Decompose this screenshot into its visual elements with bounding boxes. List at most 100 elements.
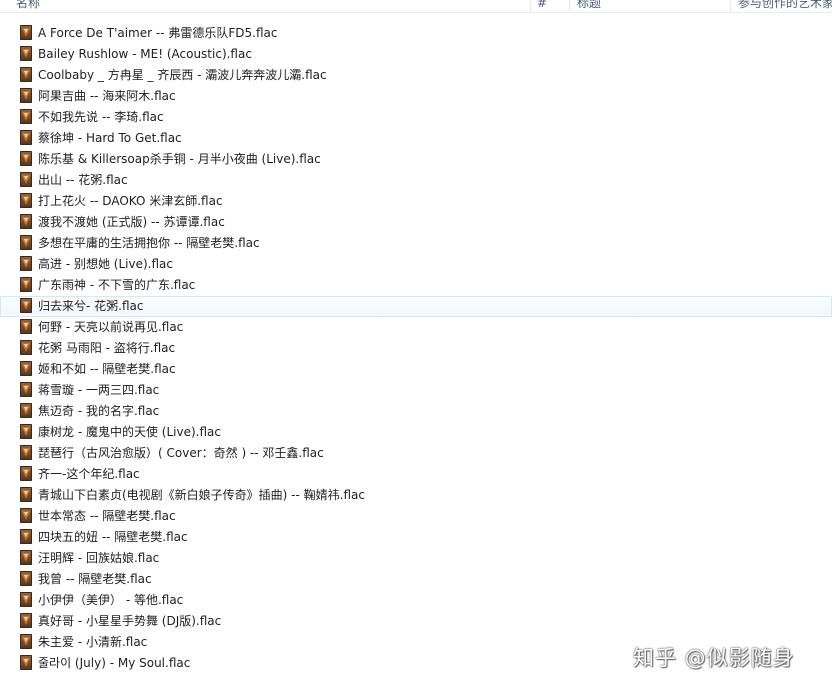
file-explorer-window: 名称 # 标题 参与创作的艺术家 A Force De T'aimer -- 弗… xyxy=(0,0,832,692)
file-name-label: 世本常态 -- 隔壁老樊.flac xyxy=(38,509,176,523)
file-row[interactable]: 姬和不如 -- 隔壁老樊.flac xyxy=(0,359,832,380)
file-row[interactable]: 打上花火 -- DAOKO 米津玄師.flac xyxy=(0,191,832,212)
file-row[interactable]: 小伊伊（美伊） - 等他.flac xyxy=(0,590,832,611)
file-row[interactable]: 归去来兮- 花粥.flac xyxy=(0,296,832,317)
file-row[interactable]: 青城山下白素贞(电视剧《新白娘子传奇》插曲) -- 鞠婧祎.flac xyxy=(0,485,832,506)
flac-file-icon xyxy=(20,403,32,418)
file-row[interactable]: 广东雨神 - 不下雪的广东.flac xyxy=(0,275,832,296)
file-name-label: 康树龙 - 魔鬼中的天使 (Live).flac xyxy=(38,425,221,439)
flac-file-icon xyxy=(20,634,32,649)
file-name-label: 汪明辉 - 回族姑娘.flac xyxy=(38,551,160,565)
column-divider[interactable] xyxy=(730,0,731,12)
file-row[interactable]: 四块五的妞 -- 隔壁老樊.flac xyxy=(0,527,832,548)
file-name-label: 姬和不如 -- 隔壁老樊.flac xyxy=(38,362,176,376)
file-name-label: 何野 - 天亮以前说再见.flac xyxy=(38,320,184,334)
flac-file-icon xyxy=(20,487,32,502)
file-row[interactable]: Coolbaby _ 方冉星 _ 齐辰西 - 灞波儿奔奔波儿灞.flac xyxy=(0,65,832,86)
file-name-label: 琵琶行（古风治愈版）( Cover：奇然 ) -- 邓壬鑫.flac xyxy=(38,446,324,460)
file-row[interactable]: 康树龙 - 魔鬼中的天使 (Live).flac xyxy=(0,422,832,443)
flac-file-icon xyxy=(20,172,32,187)
file-name-label: 줄라이 (July) - My Soul.flac xyxy=(38,656,191,670)
file-row[interactable]: 줄라이 (July) - My Soul.flac xyxy=(0,653,832,674)
file-row[interactable]: 汪明辉 - 回族姑娘.flac xyxy=(0,548,832,569)
file-row[interactable]: 蒋雪璇 - 一两三四.flac xyxy=(0,380,832,401)
file-name-label: 朱主爱 - 小清新.flac xyxy=(38,635,148,649)
file-name-label: 不如我先说 -- 李琦.flac xyxy=(38,110,164,124)
column-header-artists[interactable]: 参与创作的艺术家 xyxy=(738,0,832,12)
flac-file-icon xyxy=(20,613,32,628)
file-name-label: Bailey Rushlow - ME! (Acoustic).flac xyxy=(38,47,252,61)
file-row[interactable]: 蔡徐坤 - Hard To Get.flac xyxy=(0,128,832,149)
flac-file-icon xyxy=(20,571,32,586)
file-row[interactable]: 高进 - 别想她 (Live).flac xyxy=(0,254,832,275)
file-name-label: 多想在平庸的生活拥抱你 -- 隔壁老樊.flac xyxy=(38,236,260,250)
flac-file-icon xyxy=(20,508,32,523)
file-name-label: 我曾 -- 隔壁老樊.flac xyxy=(38,572,152,586)
file-row[interactable]: 世本常态 -- 隔壁老樊.flac xyxy=(0,506,832,527)
file-name-label: A Force De T'aimer -- 弗雷德乐队FD5.flac xyxy=(38,26,278,40)
flac-file-icon xyxy=(20,235,32,250)
flac-file-icon xyxy=(20,277,32,292)
flac-file-icon xyxy=(20,382,32,397)
flac-file-icon xyxy=(20,466,32,481)
flac-file-icon xyxy=(20,256,32,271)
flac-file-icon xyxy=(20,361,32,376)
file-name-label: 打上花火 -- DAOKO 米津玄師.flac xyxy=(38,194,223,208)
file-row[interactable]: 琵琶行（古风治愈版）( Cover：奇然 ) -- 邓壬鑫.flac xyxy=(0,443,832,464)
flac-file-icon xyxy=(20,88,32,103)
file-name-label: 高进 - 别想她 (Live).flac xyxy=(38,257,173,271)
file-name-label: 阿果吉曲 -- 海来阿木.flac xyxy=(38,89,176,103)
file-row[interactable]: 齐一-这个年纪.flac xyxy=(0,464,832,485)
file-name-label: 蔡徐坤 - Hard To Get.flac xyxy=(38,131,182,145)
file-name-label: 归去来兮- 花粥.flac xyxy=(38,299,144,313)
flac-file-icon xyxy=(20,25,32,40)
file-row[interactable]: Bailey Rushlow - ME! (Acoustic).flac xyxy=(0,44,832,65)
column-header-number[interactable]: # xyxy=(537,0,567,12)
file-name-label: 陈乐基 & Killersoap杀手铜 - 月半小夜曲 (Live).flac xyxy=(38,152,321,166)
file-name-label: 齐一-这个年纪.flac xyxy=(38,467,140,481)
file-row[interactable]: 焦迈奇 - 我的名字.flac xyxy=(0,401,832,422)
file-name-label: 真好哥 - 小星星手势舞 (DJ版).flac xyxy=(38,614,222,628)
file-name-label: 花粥 马雨阳 - 盗将行.flac xyxy=(38,341,176,355)
column-divider[interactable] xyxy=(530,0,531,12)
file-name-label: 广东雨神 - 不下雪的广东.flac xyxy=(38,278,196,292)
flac-file-icon xyxy=(20,214,32,229)
file-name-label: 小伊伊（美伊） - 等他.flac xyxy=(38,593,184,607)
file-row[interactable]: 真好哥 - 小星星手势舞 (DJ版).flac xyxy=(0,611,832,632)
flac-file-icon xyxy=(20,424,32,439)
file-row[interactable]: 不如我先说 -- 李琦.flac xyxy=(0,107,832,128)
flac-file-icon xyxy=(20,298,32,313)
flac-file-icon xyxy=(20,193,32,208)
file-name-label: 蒋雪璇 - 一两三四.flac xyxy=(38,383,160,397)
flac-file-icon xyxy=(20,529,32,544)
file-row[interactable]: 阿果吉曲 -- 海来阿木.flac xyxy=(0,86,832,107)
column-divider[interactable] xyxy=(569,0,570,12)
file-row[interactable]: 多想在平庸的生活拥抱你 -- 隔壁老樊.flac xyxy=(0,233,832,254)
flac-file-icon xyxy=(20,46,32,61)
flac-file-icon xyxy=(20,67,32,82)
flac-file-icon xyxy=(20,550,32,565)
file-row[interactable]: 朱主爱 - 小清新.flac xyxy=(0,632,832,653)
file-row[interactable]: 花粥 马雨阳 - 盗将行.flac xyxy=(0,338,832,359)
file-name-label: 青城山下白素贞(电视剧《新白娘子传奇》插曲) -- 鞠婧祎.flac xyxy=(38,488,365,502)
file-row[interactable]: 我曾 -- 隔壁老樊.flac xyxy=(0,569,832,590)
file-name-label: 出山 -- 花粥.flac xyxy=(38,173,128,187)
file-row[interactable]: 陈乐基 & Killersoap杀手铜 - 月半小夜曲 (Live).flac xyxy=(0,149,832,170)
file-row[interactable]: 何野 - 天亮以前说再见.flac xyxy=(0,317,832,338)
flac-file-icon xyxy=(20,655,32,670)
column-header-bar: 名称 # 标题 参与创作的艺术家 xyxy=(0,0,832,13)
file-name-label: 焦迈奇 - 我的名字.flac xyxy=(38,404,160,418)
file-name-label: 渡我不渡她 (正式版) -- 苏谭谭.flac xyxy=(38,215,225,229)
flac-file-icon xyxy=(20,151,32,166)
flac-file-icon xyxy=(20,445,32,460)
column-header-name[interactable]: 名称 xyxy=(16,0,516,12)
file-list: A Force De T'aimer -- 弗雷德乐队FD5.flac Baile… xyxy=(0,23,832,674)
file-row[interactable]: 出山 -- 花粥.flac xyxy=(0,170,832,191)
file-name-label: Coolbaby _ 方冉星 _ 齐辰西 - 灞波儿奔奔波儿灞.flac xyxy=(38,68,327,82)
file-row[interactable]: A Force De T'aimer -- 弗雷德乐队FD5.flac xyxy=(0,23,832,44)
flac-file-icon xyxy=(20,340,32,355)
column-header-title[interactable]: 标题 xyxy=(577,0,727,12)
file-row[interactable]: 渡我不渡她 (正式版) -- 苏谭谭.flac xyxy=(0,212,832,233)
flac-file-icon xyxy=(20,319,32,334)
flac-file-icon xyxy=(20,592,32,607)
